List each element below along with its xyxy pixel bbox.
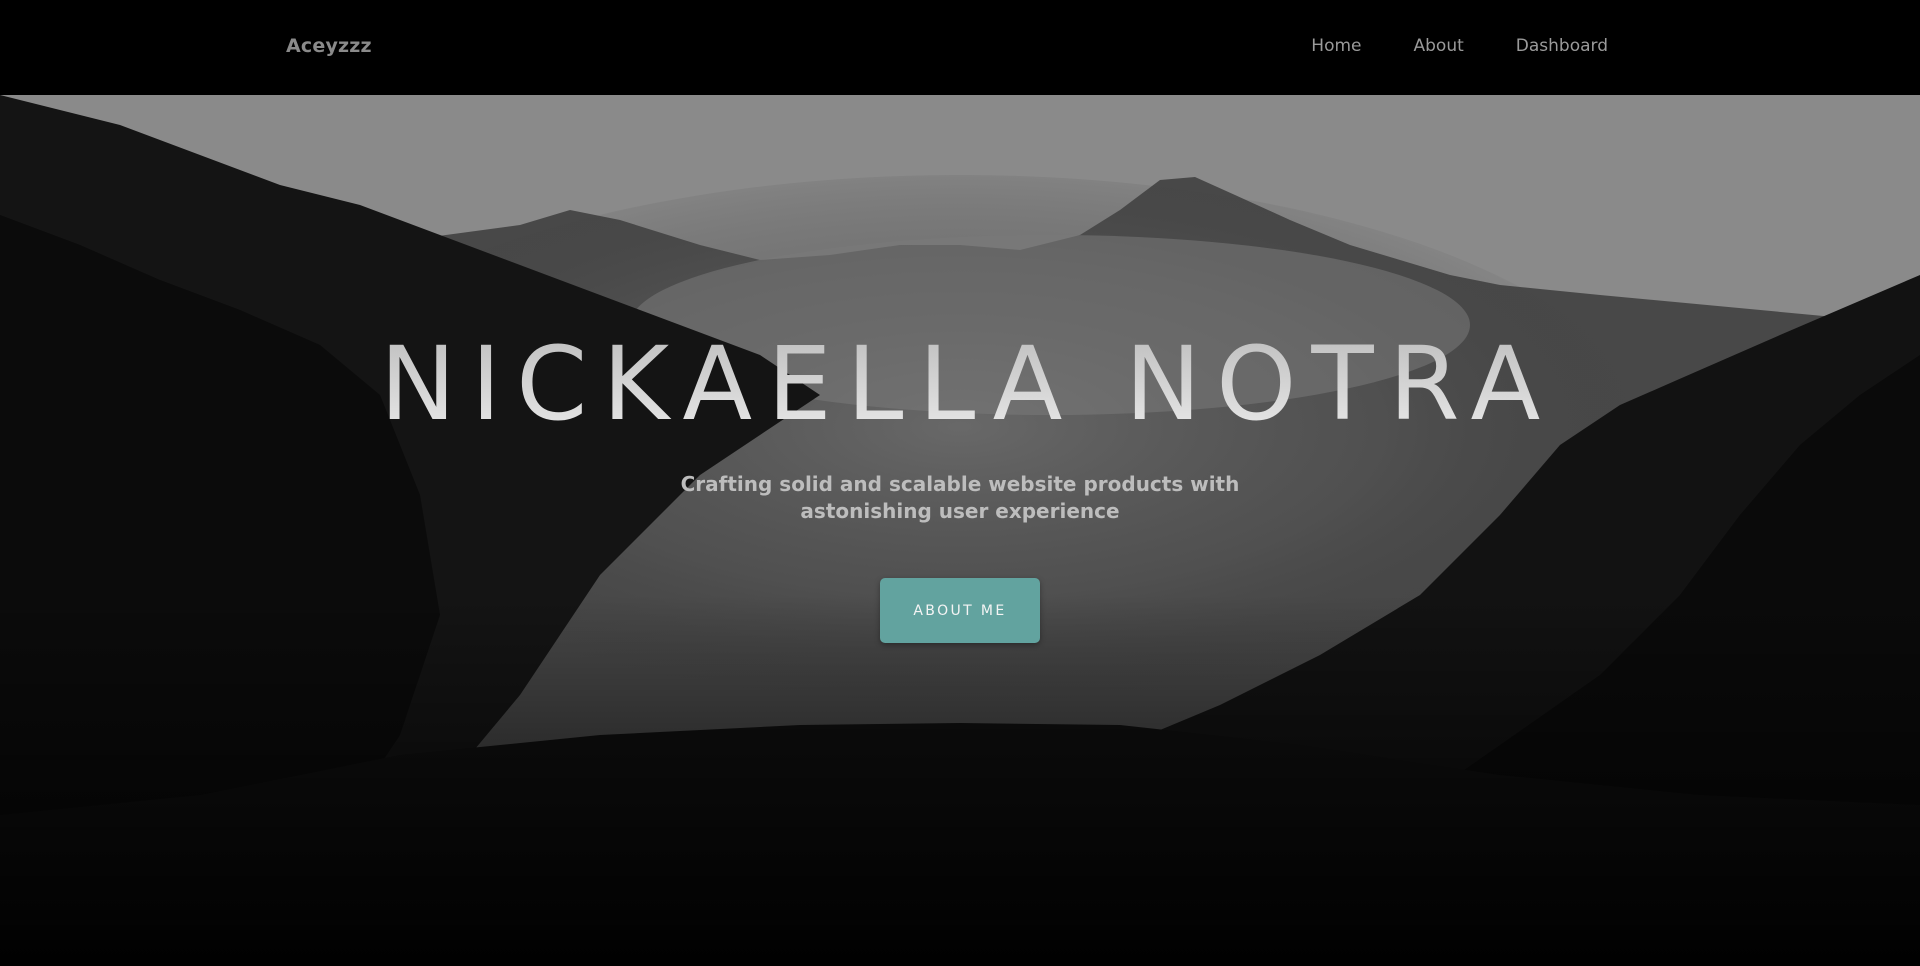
- nav-links: Home About Dashboard: [1311, 36, 1608, 56]
- hero-content: NICKAELLA NOTRA Crafting solid and scala…: [0, 95, 1920, 966]
- about-me-button[interactable]: ABOUT ME: [880, 578, 1040, 643]
- navbar: Aceyzzz Home About Dashboard: [0, 0, 1920, 95]
- hero-title: NICKAELLA NOTRA: [0, 325, 1920, 444]
- nav-link-dashboard[interactable]: Dashboard: [1516, 36, 1608, 56]
- hero-section: NICKAELLA NOTRA Crafting solid and scala…: [0, 95, 1920, 966]
- brand-logo[interactable]: Aceyzzz: [286, 35, 372, 57]
- hero-subtitle-line1: Crafting solid and scalable website prod…: [680, 472, 1240, 496]
- nav-link-about[interactable]: About: [1414, 36, 1464, 56]
- hero-subtitle: Crafting solid and scalable website prod…: [660, 471, 1260, 525]
- nav-link-home[interactable]: Home: [1311, 36, 1361, 56]
- hero-subtitle-line2: astonishing user experience: [800, 499, 1120, 523]
